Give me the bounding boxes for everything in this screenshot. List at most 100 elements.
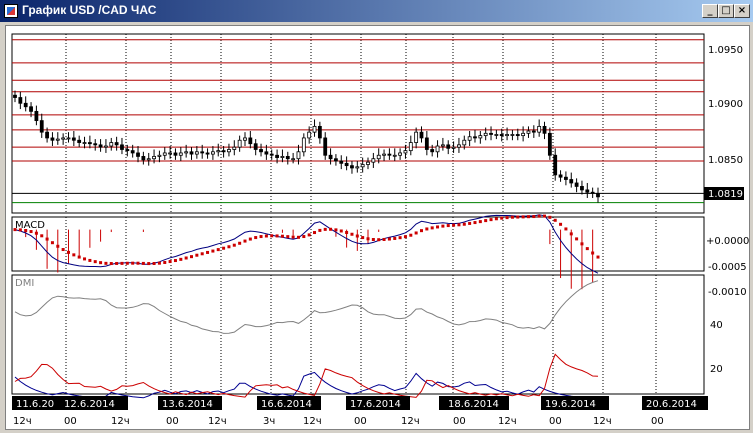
date-label: 20.6.2014 <box>646 399 697 410</box>
candle-body <box>291 158 296 161</box>
macd-signal-point <box>526 215 530 219</box>
macd-signal-point <box>24 229 28 233</box>
candle-body <box>141 156 146 161</box>
candle-body <box>569 179 574 184</box>
date-label: 16.6.2014 <box>261 399 312 410</box>
hour-label: 00 <box>64 416 77 427</box>
candle-body <box>93 143 98 146</box>
chart-app-icon <box>4 4 18 18</box>
candle-body <box>419 131 424 139</box>
macd-series <box>13 214 600 290</box>
candle-body <box>510 134 515 136</box>
macd-signal-point <box>430 226 434 230</box>
macd-signal-point <box>173 259 177 263</box>
macd-signal-point <box>195 253 199 257</box>
minimize-button[interactable]: _ <box>702 4 718 18</box>
macd-signal-point <box>280 234 284 238</box>
candle-body <box>66 137 71 140</box>
macd-signal-point <box>29 230 33 234</box>
candle-body <box>360 164 365 168</box>
macd-signal-point <box>238 241 242 245</box>
macd-signal-point <box>115 261 119 265</box>
macd-signal-point <box>489 218 493 222</box>
candle-body <box>467 136 472 141</box>
candle-body <box>34 110 39 122</box>
candle-body <box>376 154 381 160</box>
macd-signal-point <box>184 256 188 260</box>
candle-body <box>424 137 429 150</box>
close-button[interactable]: × <box>734 4 750 18</box>
candle-body <box>29 106 33 112</box>
date-label: 11.6.20 <box>16 399 54 410</box>
chart-area[interactable]: 1.0950 1.0900 1.0850 1.0819 MACD +0.0000… <box>5 25 750 430</box>
macd-signal-point <box>286 235 290 239</box>
last-price-label: 1.0819 <box>708 189 743 200</box>
macd-signal-point <box>83 257 87 261</box>
candle-body <box>531 130 536 133</box>
macd-signal-point <box>596 255 600 259</box>
macd-signal-point <box>254 236 258 240</box>
dmi-adx-line <box>14 280 599 334</box>
macd-signal-point <box>34 231 38 235</box>
candle-body <box>435 145 440 153</box>
macd-signal-point <box>436 225 440 229</box>
price-tick: 1.0850 <box>708 155 743 166</box>
date-label: 12.6.2014 <box>64 399 115 410</box>
vertical-grid <box>65 34 657 394</box>
candle-body <box>87 142 92 145</box>
macd-signal-point <box>109 262 113 266</box>
macd-signal-point <box>56 244 60 248</box>
dmi-plus-di-line <box>14 371 599 400</box>
macd-signal-point <box>377 238 381 242</box>
macd-signal-point <box>131 261 135 265</box>
candle-body <box>136 152 140 157</box>
candle-body <box>237 139 242 148</box>
dmi-minus-di-line <box>14 353 599 398</box>
candle-body <box>39 120 44 133</box>
macd-line <box>14 214 599 274</box>
window-titlebar[interactable]: График USD /CAD ЧАС _ □ × <box>0 0 753 22</box>
macd-signal-point <box>291 235 295 239</box>
macd-signal-point <box>318 228 322 232</box>
price-panel-frame <box>11 33 705 214</box>
macd-signal-point <box>120 261 124 265</box>
chart-canvas[interactable]: 1.0950 1.0900 1.0850 1.0819 MACD +0.0000… <box>6 26 751 431</box>
macd-signal-point <box>393 236 397 240</box>
macd-signal-point <box>591 251 595 255</box>
candle-body <box>403 150 408 154</box>
macd-signal-point <box>232 243 236 247</box>
candle-body <box>515 134 520 137</box>
macd-signal-point <box>452 223 456 227</box>
maximize-button[interactable]: □ <box>718 4 734 18</box>
dmi-panel-label: DMI <box>15 278 34 289</box>
candle-body <box>210 151 215 155</box>
macd-signal-point <box>211 249 215 253</box>
candle-body <box>355 166 360 169</box>
candle-body <box>71 137 76 141</box>
macd-signal-point <box>248 237 252 241</box>
macd-signal-point <box>361 236 365 240</box>
hour-label: 12ч <box>111 416 130 427</box>
candle-body <box>269 153 274 156</box>
candle-body <box>157 154 162 157</box>
macd-signal-point <box>77 255 81 259</box>
time-axis: 11.6.20 12.6.2014 13.6.2014 16.6.2014 17… <box>12 396 708 427</box>
macd-signal-point <box>329 227 333 231</box>
date-label: 18.6.2014 <box>448 399 499 410</box>
hour-label: 00 <box>651 416 664 427</box>
candle-body <box>457 144 461 148</box>
macd-signal-point <box>216 248 220 252</box>
macd-signal-point <box>457 223 461 227</box>
macd-signal-point <box>152 261 156 265</box>
candle-body <box>473 136 477 139</box>
hour-label: 12ч <box>303 416 322 427</box>
candle-body <box>446 144 451 149</box>
candle-body <box>398 152 403 156</box>
macd-signal-point <box>302 235 306 239</box>
macd-signal-point <box>521 215 525 219</box>
candle-body <box>77 139 82 143</box>
candle-body <box>264 151 269 155</box>
macd-signal-point <box>88 258 92 262</box>
hour-label: 12ч <box>13 416 32 427</box>
date-label: 13.6.2014 <box>162 399 213 410</box>
